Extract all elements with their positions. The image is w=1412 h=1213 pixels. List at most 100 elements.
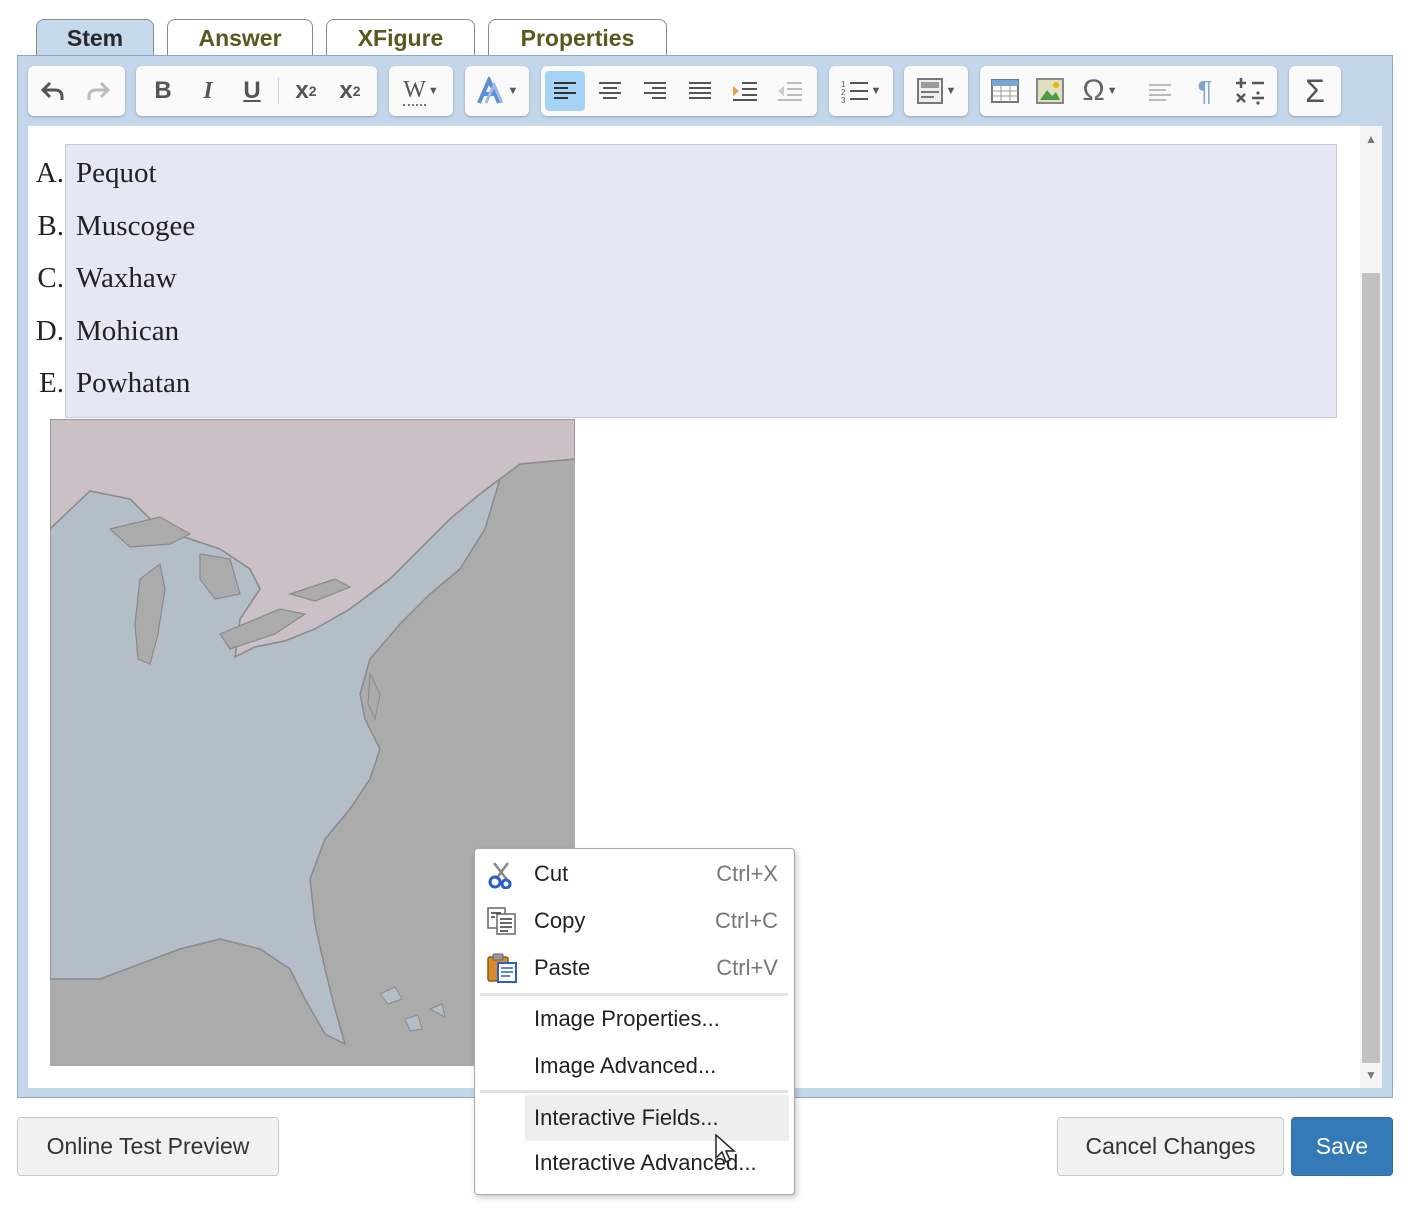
chevron-down-icon: ▼ [427, 85, 439, 97]
list-group: 1 2 3 ▼ [829, 66, 893, 116]
menu-shortcut: Ctrl+C [715, 908, 778, 933]
justify-icon [689, 82, 711, 99]
answer-choice[interactable]: E. Powhatan [28, 367, 190, 407]
text-lines-icon [1149, 84, 1171, 101]
word-style-icon: W [403, 77, 426, 106]
answer-text: Powhatan [76, 367, 191, 399]
outdent-button[interactable] [770, 71, 810, 111]
chevron-down-icon: ▼ [870, 85, 882, 97]
scroll-up-icon[interactable]: ▲ [1365, 132, 1377, 146]
superscript-mark: 2 [352, 83, 361, 99]
editor-toolbar: B I U x2 x2 W ▼ ▼ 1 2 3 ▼ ▼ Ω ▼ ¶ Σ [28, 66, 1378, 116]
align-center-icon [599, 82, 621, 99]
numbered-list-icon: 123 [841, 80, 868, 103]
special-char-dropdown[interactable]: Ω ▼ [1075, 71, 1125, 111]
menu-item-label: Paste [534, 955, 591, 980]
align-right-button[interactable] [635, 71, 675, 111]
equation-group: Σ [1289, 66, 1341, 116]
scroll-down-icon[interactable]: ▼ [1365, 1068, 1377, 1082]
copy-icon [486, 906, 518, 936]
menu-separator [480, 1090, 788, 1093]
outdent-icon [778, 82, 802, 101]
indent-icon [733, 82, 757, 101]
chevron-down-icon: ▼ [945, 85, 957, 97]
italic-button[interactable]: I [188, 71, 228, 111]
undo-icon [40, 81, 64, 100]
online-test-preview-button[interactable]: Online Test Preview [17, 1117, 279, 1176]
vertical-scrollbar[interactable]: ▲ ▼ [1360, 126, 1382, 1088]
scissors-icon [486, 859, 518, 890]
answer-text: Pequot [76, 157, 157, 189]
paragraph-format-button[interactable] [1140, 71, 1180, 111]
redo-icon [87, 81, 111, 100]
answer-choice[interactable]: D. Mohican [28, 315, 179, 355]
tab-xfigure[interactable]: XFigure [326, 19, 475, 56]
table-icon [991, 79, 1019, 103]
align-center-button[interactable] [590, 71, 630, 111]
font-style-group: ▼ [465, 66, 529, 116]
paragraph-style-group: W ▼ [389, 66, 453, 116]
superscript-button[interactable]: x2 [330, 71, 370, 111]
align-right-icon [644, 82, 666, 99]
show-blocks-button[interactable]: ¶ [1185, 71, 1225, 111]
menu-shortcut: Ctrl+V [716, 955, 778, 980]
omega-icon: Ω [1082, 74, 1105, 107]
math-operators-button[interactable] [1230, 71, 1270, 111]
menu-item-image-advanced[interactable]: Image Advanced... [475, 1046, 792, 1086]
menu-item-label: Image Advanced... [534, 1053, 717, 1078]
answer-letter: C. [37, 262, 64, 294]
numbered-list-dropdown[interactable]: 1 2 3 ▼ [833, 71, 889, 111]
bold-button[interactable]: B [143, 71, 183, 111]
menu-item-interactive-advanced[interactable]: Interactive Advanced... [475, 1143, 792, 1183]
math-operators-icon [1236, 78, 1264, 105]
template-dropdown[interactable]: ▼ [908, 71, 964, 111]
tab-answer[interactable]: Answer [167, 19, 313, 56]
menu-item-label: Image Properties... [534, 1006, 720, 1031]
menu-item-paste[interactable]: Paste Ctrl+V [475, 948, 792, 988]
answer-choice[interactable]: C. Waxhaw [28, 262, 176, 302]
menu-item-label: Interactive Fields... [534, 1105, 719, 1130]
indent-button[interactable] [725, 71, 765, 111]
menu-item-interactive-fields[interactable]: Interactive Fields... [475, 1095, 792, 1141]
save-button[interactable]: Save [1291, 1117, 1393, 1176]
context-menu: Cut Ctrl+X Copy Ctrl+C Paste Ctrl+V Imag… [474, 848, 795, 1195]
paragraph-style-dropdown[interactable]: W ▼ [393, 71, 449, 111]
pilcrow-icon: ¶ [1197, 75, 1213, 106]
template-group: ▼ [904, 66, 968, 116]
menu-item-image-properties[interactable]: Image Properties... [475, 999, 792, 1039]
undo-button[interactable] [33, 71, 73, 111]
subscript-button[interactable]: x2 [286, 71, 326, 111]
table-button[interactable] [985, 71, 1025, 111]
answer-choice[interactable]: A. Pequot [28, 157, 157, 197]
template-icon [916, 78, 943, 104]
align-left-button[interactable] [545, 71, 585, 111]
tab-properties[interactable]: Properties [488, 19, 667, 56]
menu-item-label: Copy [534, 908, 586, 933]
font-style-icon [476, 77, 503, 104]
tab-stem[interactable]: Stem [36, 19, 154, 57]
answer-text: Muscogee [76, 210, 196, 242]
font-style-dropdown[interactable]: ▼ [469, 71, 525, 111]
justify-button[interactable] [680, 71, 720, 111]
answer-choices[interactable]: A. Pequot B. Muscogee C. Waxhaw D. Mohican E… [36, 144, 1337, 418]
alignment-group [541, 66, 817, 116]
redo-button[interactable] [78, 71, 118, 111]
answer-choice[interactable]: B. Muscogee [28, 210, 195, 250]
menu-item-copy[interactable]: Copy Ctrl+C [475, 901, 792, 941]
sigma-icon: Σ [1305, 72, 1325, 109]
subscript-mark: 2 [308, 83, 317, 99]
subscript-label: x [295, 77, 309, 104]
answer-letter: A. [35, 157, 64, 189]
image-button[interactable] [1030, 71, 1070, 111]
menu-separator [480, 993, 788, 996]
answer-letter: E. [39, 367, 64, 399]
chevron-down-icon: ▼ [507, 85, 519, 97]
scrollbar-thumb[interactable] [1362, 273, 1380, 1063]
cancel-changes-button[interactable]: Cancel Changes [1057, 1117, 1284, 1176]
underline-button[interactable]: U [232, 71, 272, 111]
answer-text: Mohican [76, 315, 180, 347]
equation-button[interactable]: Σ [1295, 71, 1335, 111]
basic-styles-group: B I U x2 x2 [136, 66, 377, 116]
answer-letter: B. [37, 210, 64, 242]
menu-item-cut[interactable]: Cut Ctrl+X [475, 854, 792, 894]
